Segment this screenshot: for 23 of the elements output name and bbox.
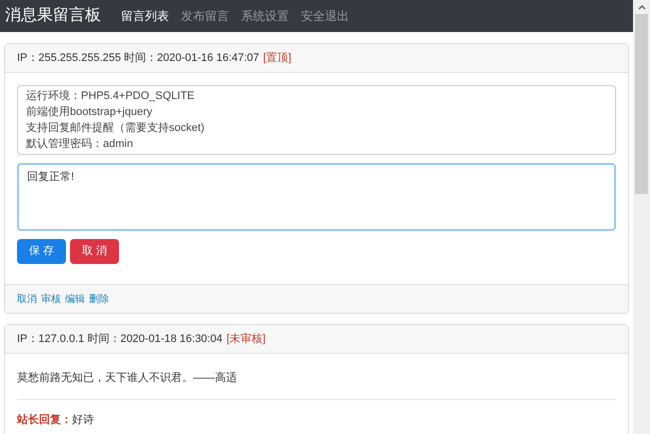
status-tag: [未审核]	[226, 330, 266, 348]
scrollbar-thumb[interactable]	[635, 14, 648, 194]
save-button[interactable]: 保 存	[17, 239, 66, 264]
reply-label: 站长回复：	[17, 412, 72, 428]
message-meta: IP：255.255.255.255 时间：2020-01-16 16:47:07	[17, 50, 260, 66]
brand-title[interactable]: 消息果留言板	[5, 4, 101, 28]
status-tag: [置顶]	[263, 50, 292, 66]
action-link[interactable]: 删除	[89, 292, 109, 306]
cancel-button[interactable]: 取 消	[70, 239, 120, 264]
nav-link[interactable]: 留言列表	[121, 7, 169, 25]
content-field[interactable]: 运行环境：PHP5.4+PDO_SQLITE 前端使用bootstrap+jquery 支持回复邮件提醒（需要支持socket) 默认管理密码：admin	[17, 85, 616, 155]
message-meta: IP：127.0.0.1 时间：2020-01-18 16:30:04	[17, 332, 222, 347]
nav-link[interactable]: 安全退出	[301, 7, 349, 25]
reply-field[interactable]: 回复正常!	[17, 163, 616, 231]
scroll-up-icon[interactable]	[638, 4, 646, 10]
message-text: 莫愁前路无知已，天下谁人不识君。——高适	[17, 370, 616, 400]
action-link[interactable]: 编辑	[65, 292, 85, 306]
action-link[interactable]: 取消	[17, 292, 37, 306]
reply-text: 好诗	[72, 412, 94, 428]
nav-link[interactable]: 发布留言	[181, 7, 229, 25]
nav-link[interactable]: 系统设置	[241, 7, 289, 25]
scrollbar[interactable]	[633, 0, 650, 434]
action-link[interactable]: 审核	[41, 292, 61, 306]
